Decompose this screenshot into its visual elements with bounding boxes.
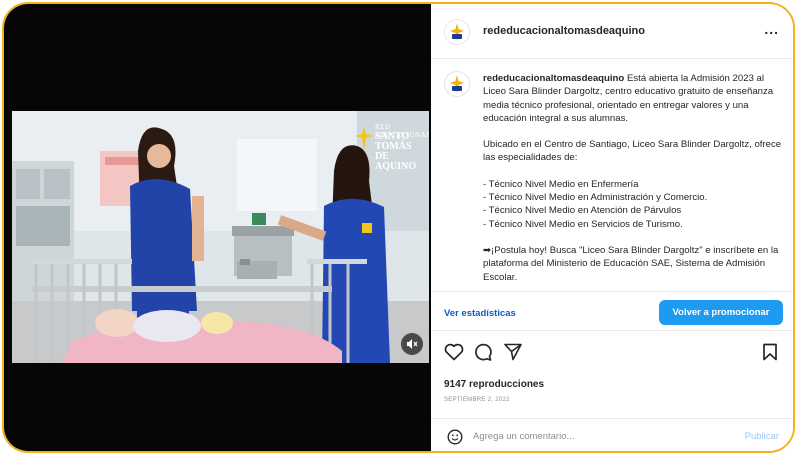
caption-area: rededucacionaltomasdeaquino Está abierta… <box>431 59 793 291</box>
comment-input[interactable]: Agrega un comentario... <box>473 431 574 442</box>
brand-watermark: RED EDUCACIONAL SANTO TOMÁS DE AQUINO <box>355 123 429 172</box>
specialty-item: - Técnico Nivel Medio en Enfermería <box>483 178 639 190</box>
mute-button[interactable] <box>401 333 423 355</box>
media-area: RED EDUCACIONAL SANTO TOMÁS DE AQUINO <box>4 4 431 451</box>
action-bar <box>431 341 793 365</box>
post-details-panel: rededucacionaltomasdeaquino ... rededuca… <box>431 4 793 451</box>
caption-username[interactable]: rededucacionaltomasdeaquino <box>483 73 624 84</box>
more-options-button[interactable]: ... <box>764 21 779 37</box>
caption-paragraph: Ubicado en el Centro de Santiago, Liceo … <box>483 139 782 164</box>
caption-text: rededucacionaltomasdeaquino Está abierta… <box>483 72 783 291</box>
caption-cta: ➡¡Postula hoy! Busca "Liceo Sara Blinder… <box>483 244 779 283</box>
share-icon[interactable] <box>503 343 523 361</box>
post-date: SEPTIEMBRE 2, 2022 <box>444 397 510 403</box>
brand-name-text: SANTO TOMÁS DE AQUINO <box>375 131 417 172</box>
video-player[interactable]: RED EDUCACIONAL SANTO TOMÁS DE AQUINO <box>12 111 429 363</box>
views-count: 9147 reproducciones <box>444 379 545 390</box>
speaker-muted-icon <box>407 339 418 349</box>
heart-icon[interactable] <box>444 343 464 361</box>
post-frame: RED EDUCACIONAL SANTO TOMÁS DE AQUINO re… <box>2 2 795 453</box>
comment-bar: Agrega un comentario... Publicar <box>431 418 793 451</box>
avatar[interactable] <box>444 19 470 45</box>
username[interactable]: rededucacionaltomasdeaquino <box>483 25 645 37</box>
emoji-icon[interactable] <box>447 429 463 445</box>
view-insights-link[interactable]: Ver estadísticas <box>444 308 516 319</box>
specialty-item: - Técnico Nivel Medio en Administración … <box>483 192 708 204</box>
specialty-item: - Técnico Nivel Medio en Servicios de Tu… <box>483 218 683 230</box>
promotion-bar: Ver estadísticas Volver a promocionar <box>431 291 793 331</box>
publish-button[interactable]: Publicar <box>745 431 779 442</box>
comment-icon[interactable] <box>473 343 493 361</box>
promote-again-button[interactable]: Volver a promocionar <box>659 300 783 325</box>
profile-logo-icon <box>450 23 464 41</box>
profile-logo-icon <box>450 75 464 93</box>
post-header: rededucacionaltomasdeaquino ... <box>431 4 793 59</box>
caption-avatar[interactable] <box>444 71 470 97</box>
specialty-item: - Técnico Nivel Medio en Atención de Pár… <box>483 205 682 217</box>
brand-logo-icon <box>355 127 373 151</box>
bookmark-icon[interactable] <box>762 343 778 361</box>
